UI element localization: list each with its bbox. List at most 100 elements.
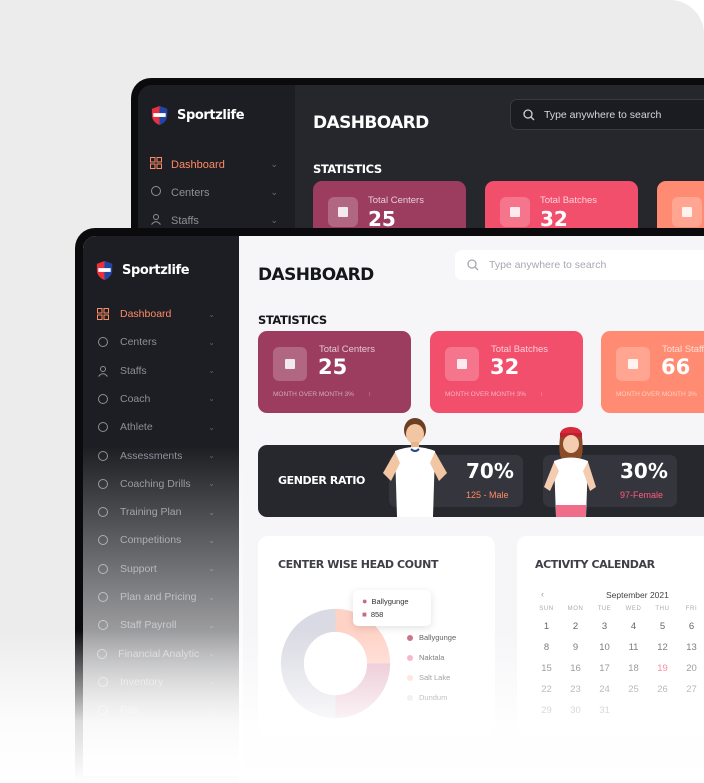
chevron-down-icon: ⌄ <box>270 159 278 169</box>
calendar-day <box>677 705 704 717</box>
calendar-day[interactable]: 10 <box>590 642 619 654</box>
calendar-day[interactable]: 19 <box>648 663 677 675</box>
calendar-day[interactable]: 25 <box>619 684 648 696</box>
calendar-day[interactable]: 1 <box>532 621 561 633</box>
sidebar-item-inventory[interactable]: Inventory ⌄ <box>95 674 215 690</box>
sidebar-item-athlete[interactable]: Athlete ⌄ <box>95 419 215 435</box>
drill-icon <box>95 477 111 491</box>
calendar-day[interactable]: 23 <box>561 684 590 696</box>
sidebar-item-label: Training Plan <box>120 506 182 519</box>
sidebar-item-centers[interactable]: Centers ⌄ <box>95 334 215 350</box>
back-logo[interactable]: Sportzlife <box>150 105 245 126</box>
stat-label: Total Staff <box>662 344 704 355</box>
sidebar-item-dashboard[interactable]: Dashboard ⌄ <box>95 306 215 322</box>
sidebar-item-staffs[interactable]: Staffs ⌄ <box>150 213 278 228</box>
sitemap-icon <box>150 185 162 200</box>
weekday-header: THU <box>655 606 670 612</box>
sidebar-item-financial-analytic[interactable]: Financial Analytic ⌄ <box>95 646 215 662</box>
calendar-day[interactable]: 26 <box>648 684 677 696</box>
back-search-input[interactable]: Type anywhere to search <box>510 99 704 130</box>
legend-swatch <box>407 654 413 661</box>
sidebar-item-competitions[interactable]: Competitions ⌄ <box>95 532 215 548</box>
stat-footer: MONTH OVER MONTH 3% <box>445 391 526 398</box>
sidebar-item-staff-payroll[interactable]: Staff Payroll ⌄ <box>95 617 215 633</box>
calendar-day[interactable]: 17 <box>590 663 619 675</box>
calendar-day[interactable]: 9 <box>561 642 590 654</box>
sidebar-item-label: Competitions <box>120 534 182 547</box>
calendar-day[interactable]: 4 <box>619 621 648 633</box>
calendar-month: September 2021 <box>606 590 669 600</box>
tooltip-location: Ballygunge <box>371 596 409 606</box>
calendar-day[interactable]: 11 <box>619 642 648 654</box>
male-athlete-image <box>383 418 447 517</box>
calendar-day[interactable]: 3 <box>590 621 619 633</box>
calendar-day[interactable]: 20 <box>677 663 704 675</box>
legend-swatch <box>407 694 413 701</box>
calendar-day[interactable]: 27 <box>677 684 704 696</box>
calendar-day[interactable]: 5 <box>648 621 677 633</box>
calendar-day[interactable]: 16 <box>561 663 590 675</box>
sidebar-item-pos[interactable]: Pos ⌄ <box>95 702 215 718</box>
user-icon <box>150 213 162 228</box>
headcount-title: CENTER WISE HEAD COUNT <box>278 558 439 571</box>
sidebar-item-label: Dashboard <box>171 158 225 171</box>
calendar-day <box>619 705 648 717</box>
chevron-down-icon: ⌄ <box>270 187 278 197</box>
calendar-day[interactable]: 31 <box>590 705 619 717</box>
sidebar-item-label: Support <box>120 562 157 575</box>
calendar-day[interactable]: 30 <box>561 705 590 717</box>
back-app-name: Sportzlife <box>177 108 245 123</box>
chevron-down-icon: ⌄ <box>208 451 215 460</box>
inventory-icon <box>95 675 111 689</box>
building-icon <box>273 347 307 381</box>
sidebar-item-plan-and-pricing[interactable]: Plan and Pricing ⌄ <box>95 589 215 605</box>
stat-card[interactable]: Total Centers 25 MONTH OVER MONTH 3% ↑ <box>258 331 411 413</box>
person-icon: ■ <box>362 610 367 619</box>
calendar-day[interactable]: 15 <box>532 663 561 675</box>
calendar-day[interactable]: 18 <box>619 663 648 675</box>
calendar-day[interactable]: 29 <box>532 705 561 717</box>
sidebar-item-staffs[interactable]: Staffs ⌄ <box>95 363 215 379</box>
calendar-prev-button[interactable]: ‹ <box>541 589 544 599</box>
sidebar-item-support[interactable]: Support ⌄ <box>95 561 215 577</box>
search-input[interactable]: Type anywhere to search <box>455 250 704 280</box>
sidebar-item-dashboard[interactable]: Dashboard ⌄ <box>150 157 278 172</box>
calendar-day[interactable]: 13 <box>677 642 704 654</box>
chevron-down-icon: ⌄ <box>208 422 215 432</box>
chevron-down-icon: ⌄ <box>208 677 215 687</box>
stat-footer: MONTH OVER MONTH 3% <box>273 391 354 398</box>
stat-label: Total Centers <box>319 344 375 355</box>
calendar-day[interactable]: 8 <box>532 642 561 654</box>
calendar-day[interactable]: 2 <box>561 621 590 633</box>
donut-segment-salt-lake <box>334 608 391 665</box>
chevron-down-icon: ⌄ <box>208 366 215 376</box>
front-logo[interactable]: Sportzlife <box>95 260 190 281</box>
male-count: 125 - Male <box>466 490 509 500</box>
sidebar-item-coaching-drills[interactable]: Coaching Drills ⌄ <box>95 476 215 492</box>
chevron-down-icon: ⌄ <box>208 479 215 489</box>
statistics-label: STATISTICS <box>258 313 327 327</box>
headcount-tooltip: ● Ballygunge ■ 858 <box>353 590 431 626</box>
sidebar-item-training-plan[interactable]: Training Plan ⌄ <box>95 504 215 520</box>
search-placeholder: Type anywhere to search <box>489 259 607 271</box>
legend-label: Ballygunge <box>419 633 457 642</box>
sidebar-item-centers[interactable]: Centers ⌄ <box>150 185 278 200</box>
calendar-day[interactable]: 24 <box>590 684 619 696</box>
sidebar-item-assessments[interactable]: Assessments ⌄ <box>95 448 215 464</box>
payroll-icon <box>95 618 111 632</box>
calendar-day[interactable]: 22 <box>532 684 561 696</box>
sidebar-item-label: Centers <box>171 186 210 199</box>
group-icon <box>500 197 530 227</box>
stat-label: Total Batches <box>491 344 549 355</box>
chevron-down-icon: ⌄ <box>208 507 215 517</box>
person-icon <box>672 197 702 227</box>
legend-swatch <box>407 674 413 681</box>
calendar-day[interactable]: 6 <box>677 621 704 633</box>
calendar-day[interactable]: 12 <box>648 642 677 654</box>
sidebar-item-coach[interactable]: Coach ⌄ <box>95 391 215 407</box>
stat-card[interactable]: Total Staff66MONTH OVER MONTH 3%↑ <box>601 331 704 413</box>
stat-card[interactable]: Total Batches 32 MONTH OVER MONTH 3% ↑ <box>430 331 583 413</box>
sidebar-item-label: Pos <box>120 704 139 717</box>
chevron-down-icon: ⌄ <box>208 592 215 602</box>
front-sidebar: Sportzlife Dashboard ⌄ Centers ⌄ Staffs ⌄ Coac… <box>83 236 243 783</box>
